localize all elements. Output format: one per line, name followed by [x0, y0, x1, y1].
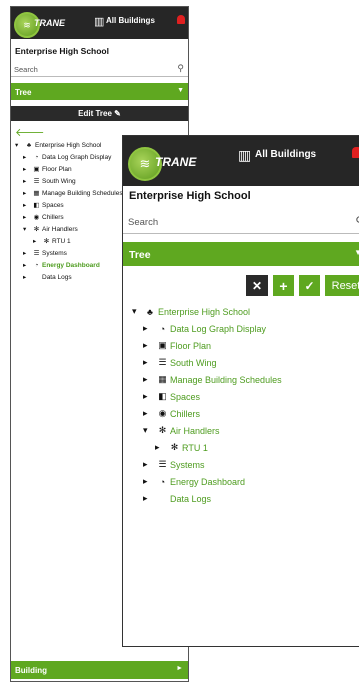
- tree-section-label: Tree: [129, 249, 151, 261]
- tree-item-south-wing[interactable]: ▸ ☰ South Wing: [23, 177, 76, 186]
- tree-edit-toolbar: ✕ + ✓ Reset: [123, 266, 359, 306]
- tree-item-schedules[interactable]: ▸ ▦ Manage Building Schedules: [23, 189, 123, 198]
- tree-view: ▾ ♣ Enterprise High School ▸ ◔ Data Log …: [123, 306, 359, 526]
- tree-item-chillers[interactable]: ▸ ◉ Chillers: [143, 408, 200, 419]
- tree-item-rtu-1[interactable]: ▸ ✻ RTU 1: [155, 442, 208, 453]
- list-icon: ☰: [158, 459, 167, 469]
- list-icon: ☰: [158, 357, 167, 367]
- tree-item-data-log-graph[interactable]: ▸ ◔ Data Log Graph Display: [143, 323, 266, 334]
- tree-icon: ♣: [26, 141, 32, 149]
- app-header: ≋ TRANE ▥ All Buildings: [123, 136, 359, 186]
- fan-icon: ✻: [43, 238, 50, 245]
- tree-item-air-handlers[interactable]: ▾ ✻ Air Handlers: [23, 225, 78, 234]
- calendar-icon: ▦: [158, 374, 167, 384]
- tree-section-header[interactable]: Tree ▼: [11, 83, 188, 100]
- tree-item-spaces[interactable]: ▸ ◧ Spaces: [23, 201, 64, 210]
- gauge-icon: ◔: [34, 153, 39, 161]
- gauge-icon: ◔: [34, 261, 39, 269]
- tree-root[interactable]: ▾ ♣ Enterprise High School: [132, 306, 250, 317]
- chiller-icon: ◉: [158, 408, 167, 418]
- app-header: ≋ TRANE ▥ All Buildings: [11, 7, 188, 39]
- search-icon[interactable]: ⚲: [177, 63, 184, 74]
- cancel-button[interactable]: ✕: [246, 275, 268, 296]
- tree-item-data-logs[interactable]: ▸ Data Logs: [23, 273, 72, 282]
- tree-root[interactable]: ▾ ♣ Enterprise High School: [15, 141, 101, 150]
- tree-item-rtu-1[interactable]: ▸ ✻ RTU 1: [33, 237, 71, 246]
- fan-icon: ✻: [33, 226, 40, 233]
- tree-icon: ♣: [147, 306, 153, 317]
- chevron-right-icon: ►: [176, 665, 183, 672]
- pencil-icon: ✎: [114, 109, 121, 118]
- search-icon[interactable]: ⚲: [355, 214, 359, 228]
- search-field[interactable]: Search ⚲: [123, 208, 359, 234]
- buildings-icon: ▥: [238, 147, 252, 163]
- tree-section-label: Tree: [15, 88, 32, 97]
- gauge-icon: ◔: [159, 476, 166, 487]
- search-input[interactable]: Search: [14, 65, 38, 74]
- search-input[interactable]: Search: [128, 217, 158, 228]
- calendar-icon: ▦: [33, 190, 40, 197]
- expand-arrow-icon[interactable]: ▾: [132, 306, 142, 317]
- tree-item-data-logs[interactable]: ▸ Data Logs: [143, 493, 211, 504]
- chevron-down-icon: ▼: [354, 248, 359, 257]
- list-icon: ☰: [33, 250, 40, 257]
- tree-item-spaces[interactable]: ▸ ◧ Spaces: [143, 391, 200, 402]
- tree-section-header[interactable]: Tree ▼: [123, 242, 359, 266]
- add-button[interactable]: +: [273, 275, 294, 296]
- tree-item-schedules[interactable]: ▸ ▦ Manage Building Schedules: [143, 374, 282, 385]
- image-icon: ▣: [33, 166, 40, 173]
- apply-button[interactable]: ✓: [299, 275, 320, 296]
- site-title: Enterprise High School: [15, 46, 109, 56]
- spaces-icon: ◧: [33, 202, 40, 209]
- tree-item-floor-plan[interactable]: ▸ ▣ Floor Plan: [143, 340, 211, 351]
- tree-item-chillers[interactable]: ▸ ◉ Chillers: [23, 213, 64, 222]
- alarm-bell-icon[interactable]: [177, 15, 185, 24]
- building-section-label: Building: [15, 666, 47, 675]
- building-section-header[interactable]: Building ►: [11, 661, 188, 679]
- search-field[interactable]: Search ⚲: [11, 60, 188, 77]
- logo-text: TRANE: [34, 18, 65, 28]
- chevron-down-icon: ▼: [177, 87, 184, 94]
- tree-item-systems[interactable]: ▸ ☰ Systems: [23, 249, 67, 258]
- edit-tree-label: Edit Tree: [78, 109, 112, 118]
- all-buildings-button[interactable]: All Buildings: [255, 149, 316, 160]
- fan-icon: ✻: [158, 425, 167, 435]
- buildings-icon: ▥: [94, 16, 105, 28]
- spaces-icon: ◧: [158, 391, 167, 401]
- edit-tree-button[interactable]: Edit Tree ✎: [11, 106, 188, 121]
- chiller-icon: ◉: [33, 214, 40, 221]
- tree-item-south-wing[interactable]: ▸ ☰ South Wing: [143, 357, 217, 368]
- tree-item-data-log-graph[interactable]: ▸ ◔ Data Log Graph Display: [23, 153, 111, 162]
- tree-item-energy-dashboard[interactable]: ▸ ◔ Energy Dashboard: [23, 261, 100, 270]
- tree-item-air-handlers[interactable]: ▾ ✻ Air Handlers: [143, 425, 220, 436]
- list-icon: ☰: [33, 178, 40, 185]
- fan-icon: ✻: [170, 442, 179, 452]
- expand-arrow-icon[interactable]: ▾: [15, 141, 23, 149]
- tree-item-systems[interactable]: ▸ ☰ Systems: [143, 459, 205, 470]
- gauge-icon: ◔: [159, 323, 166, 334]
- site-title: Enterprise High School: [129, 190, 251, 202]
- front-panel: ≋ TRANE ▥ All Buildings Enterprise High …: [122, 135, 359, 647]
- all-buildings-button[interactable]: All Buildings: [106, 16, 155, 25]
- image-icon: ▣: [158, 340, 167, 350]
- logo-text: TRANE: [155, 155, 197, 169]
- tree-item-floor-plan[interactable]: ▸ ▣ Floor Plan: [23, 165, 72, 174]
- reset-button[interactable]: Reset: [325, 275, 359, 296]
- alarm-bell-icon[interactable]: [352, 147, 359, 158]
- tree-item-energy-dashboard[interactable]: ▸ ◔ Energy Dashboard: [143, 476, 245, 487]
